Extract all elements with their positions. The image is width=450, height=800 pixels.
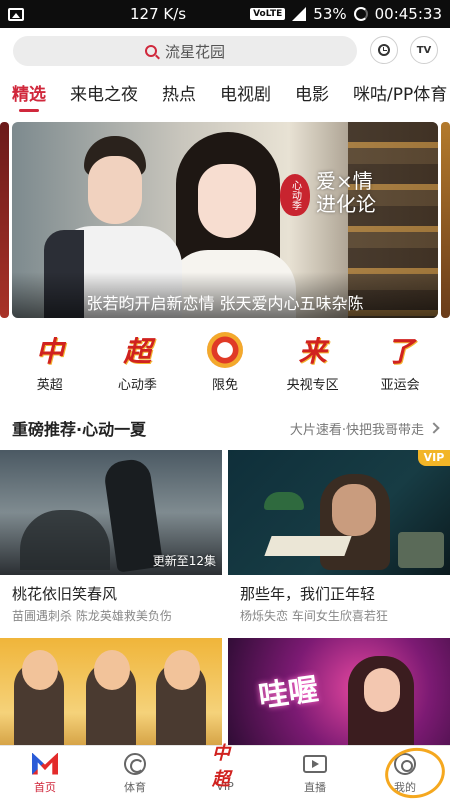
home-icon xyxy=(32,752,58,776)
entry-label: 限免 xyxy=(211,378,238,393)
thumbnail-overlay-text: 哇喔 xyxy=(256,671,321,715)
nav-label: 首页 xyxy=(34,780,56,794)
live-icon xyxy=(302,752,328,776)
tab-hot[interactable]: 热点 xyxy=(150,80,208,112)
video-card[interactable]: VIP 那些年，我们正年轻 杨烁失恋 车间女生欣喜若狂 xyxy=(228,450,450,624)
channel-tabs: 精选 来电之夜 热点 电视剧 电影 咪咕/PP体育 xyxy=(0,80,450,112)
battery-percent: 53% xyxy=(313,5,347,23)
vip-badge: VIP xyxy=(418,450,450,466)
banner-caption: 张若昀开启新恋情 张天爱内心五味杂陈 xyxy=(12,272,438,318)
sports-icon xyxy=(122,752,148,776)
banner-prev-peek[interactable] xyxy=(0,122,9,318)
entry-heartbeat-season[interactable]: 超 心动季 xyxy=(98,330,176,400)
section-title: 重磅推荐·心动一夏 xyxy=(12,420,147,439)
entry-asian-games[interactable]: 了 亚运会 xyxy=(361,330,439,400)
nav-vip[interactable]: 中超 VIP xyxy=(180,743,270,800)
nav-mine[interactable]: 我的 xyxy=(360,746,450,800)
entry-cctv-zone[interactable]: 来 央视专区 xyxy=(274,330,352,400)
tab-movies[interactable]: 电影 xyxy=(283,80,341,112)
video-thumbnail: 更新至12集 xyxy=(0,450,222,575)
quick-entries: 中 英超 超 心动季 限免 来 央视专区 了 亚运会 xyxy=(0,330,450,400)
volte-badge: VoLTE xyxy=(250,8,286,20)
tab-migu-pp-sports[interactable]: 咪咕/PP体育 xyxy=(341,80,450,112)
search-placeholder: 流星花园 xyxy=(164,42,225,61)
nav-label: 我的 xyxy=(394,780,416,794)
video-title: 那些年，我们正年轻 xyxy=(240,585,376,603)
banner-slide[interactable]: 心动季 爱×情 进化论 张若昀开启新恋情 张天爱内心五味杂陈 xyxy=(12,122,438,318)
tab-tv-series[interactable]: 电视剧 xyxy=(208,80,283,112)
battery-icon xyxy=(353,7,368,21)
banner-carousel: 心动季 爱×情 进化论 张若昀开启新恋情 张天爱内心五味杂陈 xyxy=(0,122,450,318)
history-clock-icon xyxy=(378,44,390,56)
tab-featured[interactable]: 精选 xyxy=(0,80,58,112)
show-logo-badge: 心动季 xyxy=(280,174,310,216)
image-notification-icon xyxy=(8,7,24,21)
tab-laidian-night[interactable]: 来电之夜 xyxy=(58,80,150,112)
bottom-navigation: 首页 体育 中超 VIP 直播 我的 xyxy=(0,743,450,800)
premier-league-icon: 中 xyxy=(35,335,64,368)
clock-time: 00:45:33 xyxy=(374,5,442,23)
mine-icon xyxy=(392,752,418,776)
tv-cast-button[interactable]: TV xyxy=(410,36,438,64)
video-title: 桃花依旧笑春风 xyxy=(12,585,118,603)
video-thumbnail: VIP xyxy=(228,450,450,575)
cctv-zone-icon: 来 xyxy=(298,335,327,368)
history-button[interactable] xyxy=(370,36,398,64)
chevron-right-icon xyxy=(428,422,440,434)
section-header: 重磅推荐·心动一夏 大片速看·快把我哥带走 xyxy=(0,414,450,442)
video-card[interactable]: 更新至12集 桃花依旧笑春风 苗圃遇刺杀 陈龙英雄救美负伤 xyxy=(0,450,222,624)
entry-label: 亚运会 xyxy=(380,378,420,393)
nav-label: 体育 xyxy=(124,780,146,794)
status-bar: 127 K/s VoLTE 53% 00:45:33 xyxy=(0,0,450,28)
video-subtitle: 杨烁失恋 车间女生欣喜若狂 xyxy=(240,609,388,623)
vip-icon: 中超 xyxy=(212,743,230,790)
free-ring-icon xyxy=(206,332,243,368)
signal-icon xyxy=(292,7,307,21)
episode-badge: 更新至12集 xyxy=(152,554,216,568)
nav-label: 直播 xyxy=(304,780,326,794)
asian-games-icon: 了 xyxy=(386,335,415,368)
tv-label: TV xyxy=(416,44,432,56)
nav-home[interactable]: 首页 xyxy=(0,746,90,800)
section-more-link[interactable]: 大片速看·快把我哥带走 xyxy=(290,419,440,438)
entry-label: 英超 xyxy=(36,378,63,393)
entry-label: 央视专区 xyxy=(286,378,339,393)
show-logo-title: 爱×情 进化论 xyxy=(316,169,376,216)
heartbeat-season-icon: 超 xyxy=(123,335,152,368)
video-subtitle: 苗圃遇刺杀 陈龙英雄救美负伤 xyxy=(12,609,172,623)
entry-premier-league[interactable]: 中 英超 xyxy=(11,330,89,400)
nav-sports[interactable]: 体育 xyxy=(90,746,180,800)
search-input[interactable]: 流星花园 xyxy=(13,36,357,66)
entry-label: 心动季 xyxy=(117,378,157,393)
banner-next-peek[interactable] xyxy=(441,122,450,318)
nav-live[interactable]: 直播 xyxy=(270,746,360,800)
entry-free-limited[interactable]: 限免 xyxy=(186,330,264,400)
network-speed: 127 K/s xyxy=(130,5,187,23)
search-icon xyxy=(144,45,157,57)
status-icons: VoLTE 53% 00:45:33 xyxy=(250,5,442,23)
